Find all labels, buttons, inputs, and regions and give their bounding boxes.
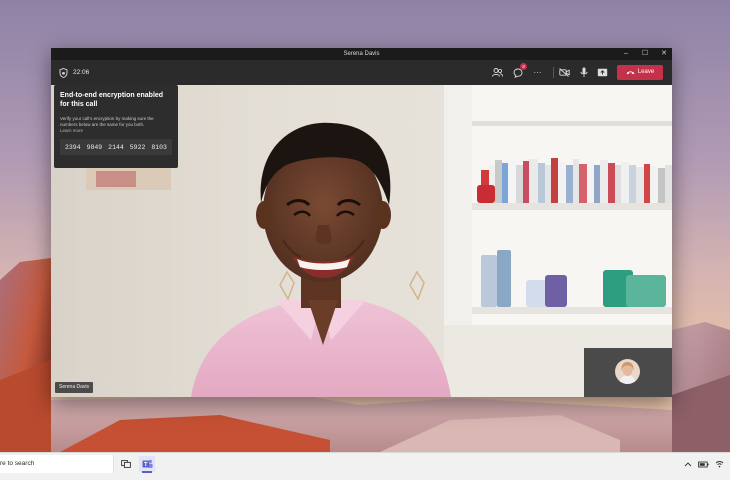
- window-controls: – ☐ ✕: [622, 48, 668, 60]
- taskbar: re to search: [0, 452, 730, 480]
- encryption-code: 2394: [64, 143, 81, 151]
- task-view-icon[interactable]: [118, 456, 134, 472]
- chat-badge: 3: [520, 63, 527, 70]
- call-timer: 22:06: [73, 69, 90, 76]
- chevron-up-icon[interactable]: [684, 458, 692, 470]
- encryption-code: 8103: [151, 143, 167, 151]
- people-icon[interactable]: [491, 66, 504, 79]
- taskbar-search-box[interactable]: re to search: [0, 455, 114, 473]
- leave-label: Leave: [637, 69, 655, 75]
- more-icon[interactable]: ···: [531, 66, 544, 79]
- close-button[interactable]: ✕: [660, 48, 668, 60]
- phone-hangup-icon: [626, 71, 635, 75]
- battery-icon[interactable]: [698, 458, 709, 470]
- window-titlebar: Serena Davis – ☐ ✕: [51, 48, 672, 60]
- encryption-info-panel: End-to-end encryption enabled for this c…: [54, 85, 178, 168]
- window-title: Serena Davis: [343, 51, 380, 57]
- toolbar-divider: [553, 67, 554, 78]
- teams-call-window: Serena Davis – ☐ ✕ 22:06 3 ··· Leave End…: [51, 48, 672, 397]
- encryption-codes: 2394 9849 2144 5922 8103: [60, 139, 172, 155]
- video-stage: End-to-end encryption enabled for this c…: [51, 85, 672, 397]
- maximize-button[interactable]: ☐: [641, 48, 649, 60]
- leave-button[interactable]: Leave: [617, 65, 663, 80]
- self-view-tile[interactable]: [584, 348, 672, 397]
- avatar: [615, 359, 640, 384]
- shield-icon[interactable]: [59, 68, 68, 78]
- camera-off-icon[interactable]: [558, 66, 571, 79]
- chat-icon[interactable]: 3: [511, 63, 527, 79]
- participant-name-tag: Serena Davis: [55, 382, 94, 393]
- learn-more-link[interactable]: Learn more: [60, 128, 172, 134]
- call-toolbar: 22:06 3 ··· Leave: [51, 60, 672, 85]
- wifi-icon[interactable]: [715, 458, 724, 470]
- encryption-description: Verify your call's encryption by making …: [60, 116, 154, 127]
- encryption-code: 2144: [108, 143, 124, 151]
- encryption-code: 5922: [129, 143, 146, 151]
- microphone-icon[interactable]: [577, 66, 590, 79]
- teams-icon[interactable]: [139, 456, 155, 473]
- encryption-code: 9849: [86, 143, 103, 151]
- encryption-title: End-to-end encryption enabled for this c…: [60, 92, 164, 108]
- share-screen-icon[interactable]: [596, 66, 609, 79]
- minimize-button[interactable]: –: [622, 48, 630, 60]
